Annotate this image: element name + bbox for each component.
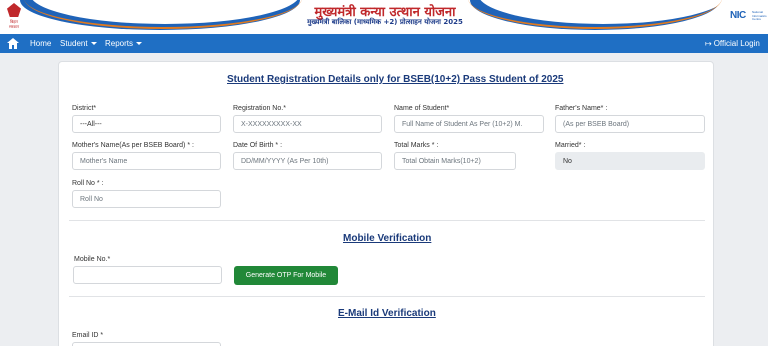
mobile-input[interactable]: [73, 266, 222, 284]
married-label: Married* :: [555, 142, 586, 149]
married-field: No: [555, 152, 705, 170]
banner-swoosh-right-accent: [468, 0, 722, 29]
banner-swoosh-left-accent: [24, 0, 302, 29]
official-login-label: Official Login: [713, 39, 760, 48]
nav-student-label: Student: [60, 39, 88, 48]
bihar-emblem-logo: बिहार सरकार: [5, 3, 23, 31]
email-input[interactable]: [72, 342, 221, 346]
mother-name-label: Mother's Name(As per BSEB Board) * :: [72, 142, 194, 149]
section-divider: [69, 296, 705, 297]
home-icon[interactable]: [7, 38, 19, 49]
nic-logo: NIC: [730, 10, 746, 21]
nav-student-menu[interactable]: Student: [60, 39, 97, 48]
student-name-label: Name of Student*: [394, 105, 450, 112]
registration-card: Student Registration Details only for BS…: [58, 61, 714, 346]
caret-down-icon: [90, 42, 97, 45]
header-banner: बिहार सरकार मुख्यमंत्री कन्या उत्थान योज…: [0, 0, 768, 34]
total-marks-input[interactable]: Total Obtain Marks(10+2): [394, 152, 516, 170]
email-label: Email ID *: [72, 332, 104, 339]
emblem-text: बिहार सरकार: [8, 19, 20, 29]
email-verification-title: E-Mail Id Verification: [338, 308, 436, 319]
dob-input[interactable]: DD/MM/YYYY (As Per 10th): [233, 152, 382, 170]
district-select[interactable]: ---All---: [72, 115, 221, 133]
roll-no-input[interactable]: Roll No: [72, 190, 221, 208]
district-label: District*: [72, 105, 97, 112]
roll-no-label: Roll No * :: [72, 180, 104, 187]
mother-name-input[interactable]: Mother's Name: [72, 152, 221, 170]
official-login-link[interactable]: ↦ Official Login: [705, 39, 760, 48]
sign-in-icon: ↦: [705, 39, 712, 48]
registration-label: Registration No.*: [233, 105, 286, 112]
mobile-verification-title: Mobile Verification: [343, 233, 432, 244]
mobile-label: Mobile No.*: [74, 256, 111, 263]
student-name-input[interactable]: Full Name of Student As Per (10+2) M.: [394, 115, 544, 133]
nav-reports-menu[interactable]: Reports: [105, 39, 143, 48]
page-subtitle: मुख्यमंत्री बालिका (माध्यमिक +2) प्रोत्स…: [307, 18, 463, 26]
registration-input[interactable]: X-XXXXXXXXX-XX: [233, 115, 382, 133]
main-navbar: Home Student Reports ↦ Official Login: [0, 34, 768, 53]
nic-logo-subtext: National Informatics Centre: [752, 10, 767, 21]
nav-home-link[interactable]: Home: [30, 39, 51, 48]
section-divider: [69, 220, 705, 221]
home-icon-door: [12, 45, 14, 49]
father-name-input[interactable]: (As per BSEB Board): [555, 115, 705, 133]
nav-reports-label: Reports: [105, 39, 134, 48]
dob-label: Date Of Birth * :: [233, 142, 283, 149]
caret-down-icon: [136, 42, 143, 45]
generate-otp-button[interactable]: Generate OTP For Mobile: [234, 266, 338, 285]
total-marks-label: Total Marks * :: [394, 142, 439, 149]
father-name-label: Father's Name* :: [555, 105, 608, 112]
emblem-icon: [7, 3, 21, 17]
registration-form-title: Student Registration Details only for BS…: [227, 74, 564, 85]
